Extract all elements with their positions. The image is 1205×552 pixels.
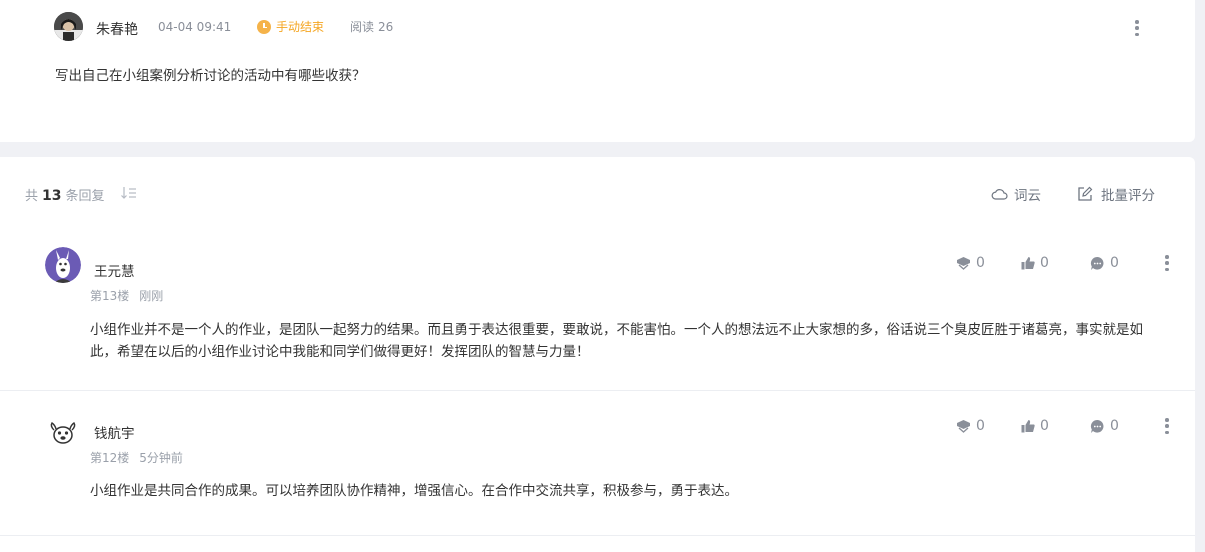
award-icon (957, 257, 970, 270)
cloud-icon (991, 189, 1008, 200)
like-count: 0 (1040, 255, 1049, 271)
reply-count-number: 13 (42, 188, 62, 204)
author-name[interactable]: 朱春艳 (96, 19, 138, 39)
award-count: 0 (976, 255, 985, 271)
like-count: 0 (1040, 418, 1049, 434)
read-number: 26 (378, 20, 394, 34)
award-button[interactable]: 0 (956, 255, 985, 271)
sort-icon[interactable] (121, 186, 137, 200)
status-label: 手动结束 (276, 20, 325, 34)
reply-floor: 第12楼 (90, 451, 130, 465)
comment-icon (1090, 256, 1104, 270)
reply-meta: 第13楼 刚刚 (90, 287, 163, 304)
reply-time: 5分钟前 (139, 451, 183, 465)
reply-avatar[interactable] (45, 247, 81, 283)
word-cloud-label: 词云 (1014, 188, 1041, 204)
replies-card: 共 13 条回复 词云 批量评分 王元慧 第13楼 刚刚 0 0 0 小组作业并… (0, 157, 1195, 552)
more-options-icon[interactable] (1165, 418, 1169, 434)
thumbs-up-icon (1021, 257, 1035, 270)
reply-avatar[interactable] (47, 417, 79, 449)
reply-count-prefix: 共 (25, 189, 39, 204)
edit-icon (1078, 186, 1093, 201)
reply-author[interactable]: 王元慧 (94, 260, 135, 280)
word-cloud-button[interactable]: 词云 (991, 184, 1041, 204)
like-button[interactable]: 0 (1021, 418, 1049, 434)
more-options-icon[interactable] (1165, 255, 1169, 271)
reply-content: 小组作业是共同合作的成果。可以培养团队协作精神，增强信心。在合作中交流共享，积极… (90, 483, 738, 499)
award-button[interactable]: 0 (956, 418, 985, 434)
reply-meta: 第12楼 5分钟前 (90, 449, 183, 466)
comment-count: 0 (1110, 255, 1119, 271)
reply-item: 钱航宇 第12楼 5分钟前 0 0 0 小组作业是共同合作的成果。可以培养团队协… (0, 391, 1195, 536)
reply-time: 刚刚 (139, 289, 164, 303)
award-count: 0 (976, 418, 985, 434)
clock-icon (257, 19, 271, 34)
author-avatar[interactable] (54, 12, 83, 41)
like-button[interactable]: 0 (1021, 255, 1049, 271)
comment-button[interactable]: 0 (1090, 418, 1119, 434)
read-count: 阅读 26 (350, 18, 393, 35)
topic-question: 写出自己在小组案例分析讨论的活动中有哪些收获？ (55, 68, 366, 84)
reply-count: 共 13 条回复 (25, 185, 105, 204)
topic-card: 朱春艳 04-04 09:41 手动结束 阅读 26 写出自己在小组案例分析讨论的… (0, 0, 1195, 142)
batch-score-button[interactable]: 批量评分 (1077, 184, 1155, 204)
reply-count-suffix: 条回复 (65, 189, 105, 204)
comment-button[interactable]: 0 (1090, 255, 1119, 271)
status-badge: 手动结束 (257, 18, 324, 35)
comment-icon (1090, 419, 1104, 433)
reply-floor: 第13楼 (90, 289, 130, 303)
reply-author[interactable]: 钱航宇 (94, 422, 135, 442)
more-options-icon[interactable] (1135, 20, 1139, 36)
batch-score-label: 批量评分 (1101, 188, 1155, 204)
thumbs-up-icon (1021, 420, 1035, 433)
award-icon (957, 420, 970, 433)
reply-content: 小组作业并不是一个人的作业，是团队一起努力的结果。而且勇于表达很重要，要敢说，不… (90, 322, 1143, 360)
reply-item: 王元慧 第13楼 刚刚 0 0 0 小组作业并不是一个人的作业，是团队一起努力的… (0, 237, 1195, 391)
read-label: 阅读 (350, 20, 375, 34)
post-time: 04-04 09:41 (158, 20, 232, 34)
comment-count: 0 (1110, 418, 1119, 434)
